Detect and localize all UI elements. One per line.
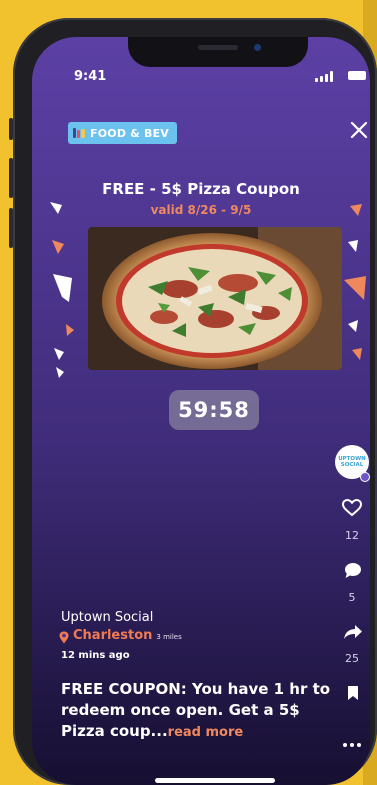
like-count: 12: [345, 529, 359, 542]
front-camera: [254, 44, 261, 51]
pizza-photo: [88, 227, 342, 370]
more-options-icon[interactable]: [342, 733, 362, 752]
battery-icon: [348, 71, 366, 80]
location-name: Charleston: [73, 628, 153, 643]
location-distance: 3 miles: [156, 633, 182, 641]
share-count: 25: [345, 652, 359, 665]
coupon-title: FREE - 5$ Pizza Coupon: [102, 180, 300, 198]
category-label: FOOD & BEV: [90, 126, 170, 140]
close-icon[interactable]: [349, 120, 369, 140]
follow-plus-icon[interactable]: [360, 472, 370, 482]
avatar-text-line2: SOCIAL: [340, 462, 364, 468]
signal-icon: [315, 71, 333, 82]
post-description: FREE COUPON: You have 1 hr to redeem onc…: [61, 679, 341, 743]
comment-icon[interactable]: [344, 562, 362, 583]
category-badge[interactable]: FOOD & BEV: [68, 122, 178, 144]
status-time: 9:41: [74, 69, 107, 84]
countdown-timer: 59:58: [169, 390, 259, 430]
home-indicator[interactable]: [155, 778, 275, 783]
location-row[interactable]: Charleston 3 miles: [59, 628, 182, 644]
post-time: 12 mins ago: [61, 650, 130, 661]
phone-frame: 9:41 FOOD & BEV FREE - 5$ Pizza Coupon v…: [13, 18, 377, 785]
notch: [128, 37, 308, 67]
food-bev-icon: [72, 126, 86, 140]
confetti-left: [50, 202, 74, 378]
heart-icon[interactable]: [341, 498, 363, 521]
read-more-link[interactable]: read more: [168, 725, 244, 740]
location-pin-icon: [59, 629, 69, 644]
confetti-right: [344, 204, 366, 360]
speaker: [198, 45, 238, 50]
author-name[interactable]: Uptown Social: [61, 610, 153, 625]
phone-screen: 9:41 FOOD & BEV FREE - 5$ Pizza Coupon v…: [32, 37, 370, 785]
bookmark-icon[interactable]: [347, 685, 359, 705]
comment-count: 5: [348, 591, 356, 604]
share-icon[interactable]: [343, 624, 363, 644]
